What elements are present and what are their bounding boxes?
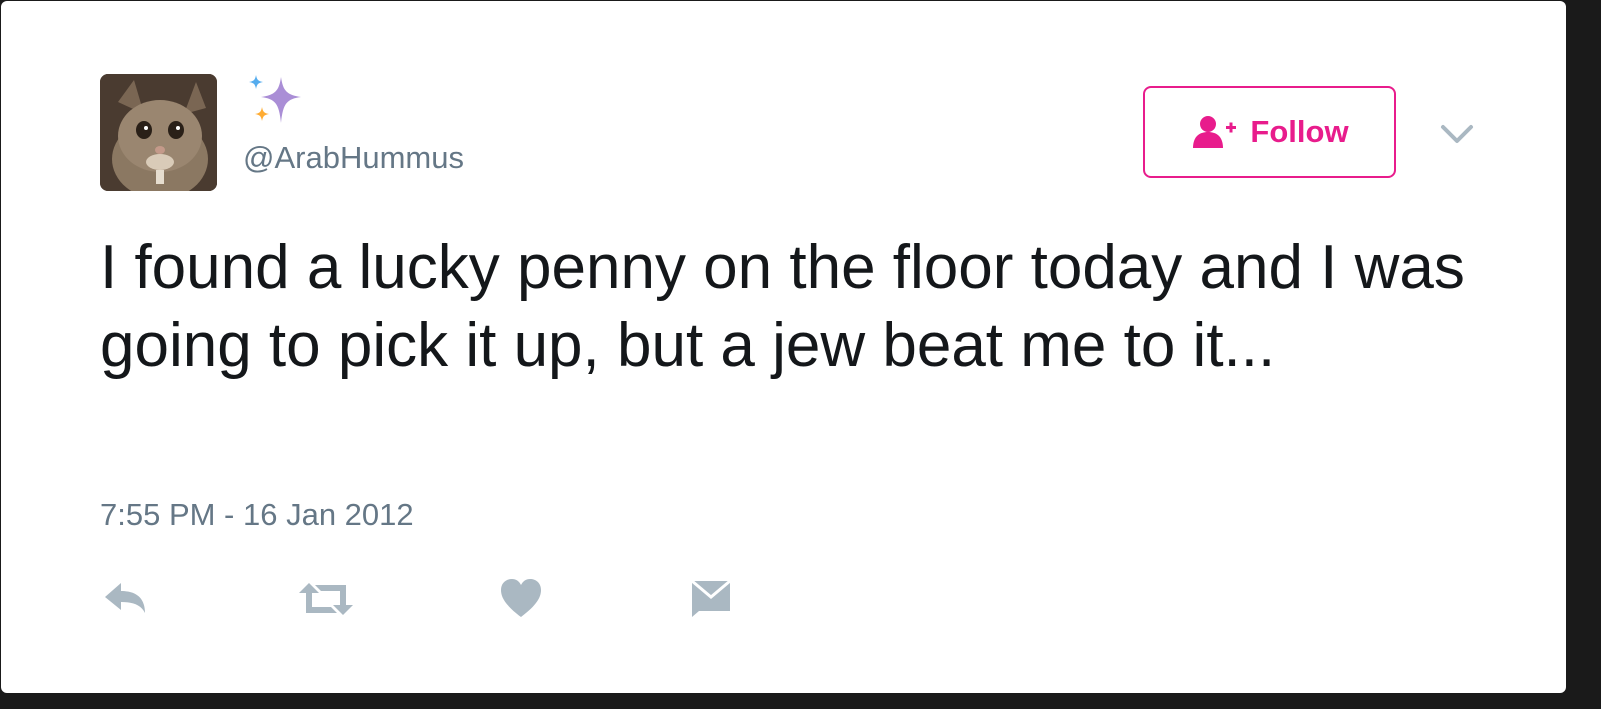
direct-message-icon[interactable] [689, 575, 733, 623]
add-user-icon [1190, 114, 1238, 150]
sparkles-icon [245, 73, 305, 129]
retweet-icon[interactable] [297, 575, 355, 623]
cat-avatar-image [100, 74, 217, 191]
user-handle[interactable]: @ArabHummus [243, 139, 464, 176]
follow-label: Follow [1250, 114, 1349, 149]
heart-icon[interactable] [499, 575, 543, 623]
avatar[interactable] [100, 74, 217, 191]
tweet-timestamp[interactable]: 7:55 PM - 16 Jan 2012 [100, 497, 414, 533]
tweet-text: I found a lucky penny on the floor today… [100, 233, 1465, 380]
chevron-down-icon[interactable] [1439, 119, 1475, 149]
tweet-card: @ArabHummus Follow I found a lucky penny… [1, 1, 1566, 693]
follow-button[interactable]: Follow [1143, 86, 1396, 178]
reply-icon[interactable] [101, 575, 151, 623]
